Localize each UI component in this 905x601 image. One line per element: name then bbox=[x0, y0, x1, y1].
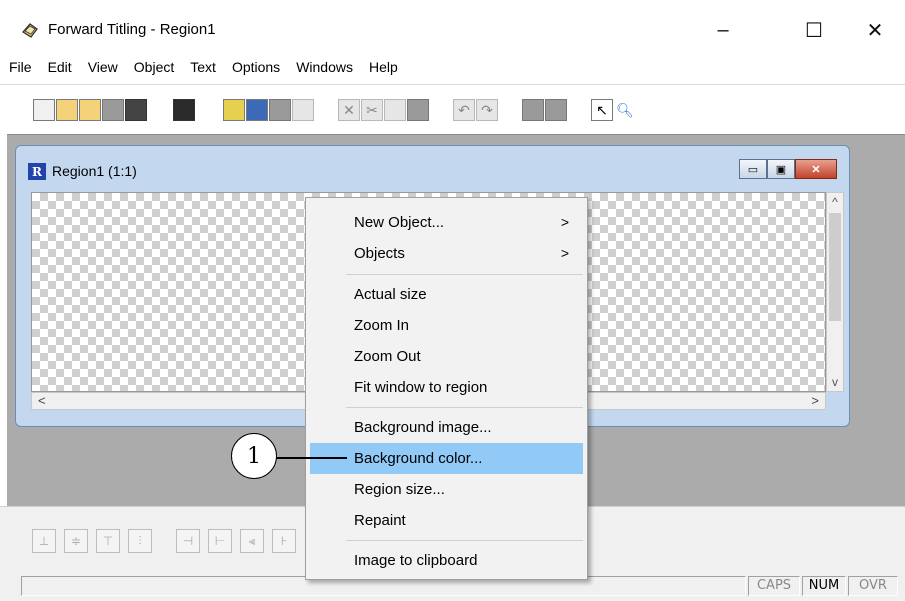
callout-line bbox=[277, 457, 347, 459]
distribute-h-icon[interactable]: ⫷ bbox=[240, 529, 264, 553]
region-window-title: Region1 (1:1) bbox=[52, 163, 137, 179]
region-window-controls: ▭ ▣ ✕ bbox=[739, 159, 837, 179]
cut-icon[interactable]: ✂ bbox=[361, 99, 383, 121]
menu-item-zoom-in[interactable]: Zoom In bbox=[310, 310, 583, 341]
maximize-button[interactable]: ☐ bbox=[791, 12, 837, 48]
region-icon: R bbox=[28, 163, 46, 180]
scroll-left-icon[interactable]: < bbox=[38, 393, 46, 409]
pointer-icon[interactable]: ↖ bbox=[591, 99, 613, 121]
vertical-scrollbar[interactable]: ^ v bbox=[826, 192, 844, 392]
menu-options[interactable]: Options bbox=[224, 57, 288, 79]
close-button[interactable]: ✕ bbox=[852, 12, 898, 48]
menu-item-zoom-out[interactable]: Zoom Out bbox=[310, 341, 583, 372]
menu-item-region-size[interactable]: Region size... bbox=[310, 474, 583, 505]
app-icon bbox=[22, 23, 38, 38]
menu-item-fit-window[interactable]: Fit window to region bbox=[310, 372, 583, 403]
callout-marker: 1 bbox=[231, 433, 277, 479]
undo-icon[interactable]: ↶ bbox=[453, 99, 475, 121]
template-icon[interactable] bbox=[246, 99, 268, 121]
submenu-arrow-icon: > bbox=[560, 214, 569, 230]
title-bar: Forward Titling - Region1 – ☐ ✕ bbox=[0, 0, 905, 60]
floppy-disk-icon[interactable] bbox=[173, 99, 195, 121]
open-folder-icon[interactable] bbox=[56, 99, 78, 121]
copy-icon[interactable] bbox=[384, 99, 406, 121]
menu-text[interactable]: Text bbox=[182, 57, 224, 79]
scroll-up-icon[interactable]: ^ bbox=[827, 195, 843, 209]
page-next-icon[interactable] bbox=[545, 99, 567, 121]
menu-edit[interactable]: Edit bbox=[40, 57, 80, 79]
magnifier-icon[interactable]: 🔍︎ bbox=[614, 99, 636, 121]
align-center-v-icon[interactable]: ≑ bbox=[64, 529, 88, 553]
menu-view[interactable]: View bbox=[80, 57, 126, 79]
caps-indicator: CAPS bbox=[748, 576, 800, 596]
layers-disabled-icon[interactable] bbox=[292, 99, 314, 121]
paste-icon[interactable] bbox=[407, 99, 429, 121]
region-close-button[interactable]: ✕ bbox=[795, 159, 837, 179]
menu-item-background-color[interactable]: Background color... bbox=[310, 443, 583, 474]
open-template-icon[interactable] bbox=[79, 99, 101, 121]
menu-item-new-object[interactable]: New Object... > bbox=[310, 207, 583, 238]
menu-help[interactable]: Help bbox=[361, 57, 406, 79]
redo-icon[interactable]: ↷ bbox=[476, 99, 498, 121]
delete-icon[interactable]: ✕ bbox=[338, 99, 360, 121]
menu-separator bbox=[346, 540, 583, 541]
align-bottom-icon[interactable]: ⊥ bbox=[32, 529, 56, 553]
page-prev-icon[interactable] bbox=[522, 99, 544, 121]
menu-file[interactable]: File bbox=[0, 57, 40, 79]
menu-bar: File Edit View Object Text Options Windo… bbox=[0, 57, 905, 79]
new-file-icon[interactable] bbox=[33, 99, 55, 121]
save-as-icon[interactable] bbox=[125, 99, 147, 121]
num-indicator: NUM bbox=[802, 576, 846, 596]
align-left-icon[interactable]: ⊣ bbox=[176, 529, 200, 553]
window-title: Forward Titling - Region1 bbox=[48, 21, 216, 38]
context-menu: New Object... > Objects > Actual size Zo… bbox=[305, 197, 588, 580]
minimize-button[interactable]: – bbox=[700, 12, 746, 48]
align-right-icon[interactable]: ⊦ bbox=[272, 529, 296, 553]
menu-separator bbox=[346, 407, 583, 408]
region-minimize-button[interactable]: ▭ bbox=[739, 159, 767, 179]
menu-item-objects[interactable]: Objects > bbox=[310, 238, 583, 269]
align-center-h-icon[interactable]: ⊢ bbox=[208, 529, 232, 553]
scroll-down-icon[interactable]: v bbox=[827, 375, 843, 389]
align-top-icon[interactable]: ⊤ bbox=[96, 529, 120, 553]
film-strip-icon[interactable] bbox=[223, 99, 245, 121]
submenu-arrow-icon: > bbox=[560, 245, 569, 261]
menu-windows[interactable]: Windows bbox=[288, 57, 361, 79]
menu-object[interactable]: Object bbox=[126, 57, 182, 79]
region-maximize-button[interactable]: ▣ bbox=[767, 159, 795, 179]
menu-item-repaint[interactable]: Repaint bbox=[310, 505, 583, 536]
scroll-right-icon[interactable]: > bbox=[811, 393, 819, 409]
menu-separator bbox=[346, 274, 583, 275]
layers-icon[interactable] bbox=[269, 99, 291, 121]
menu-item-image-to-clipboard[interactable]: Image to clipboard bbox=[310, 545, 583, 576]
ovr-indicator: OVR bbox=[848, 576, 898, 596]
menu-item-background-image[interactable]: Background image... bbox=[310, 412, 583, 443]
main-toolbar: ✕ ✂ ↶ ↷ ↖ 🔍︎ bbox=[0, 84, 905, 132]
distribute-v-icon[interactable]: ⫶ bbox=[128, 529, 152, 553]
save-disabled-icon[interactable] bbox=[102, 99, 124, 121]
menu-item-actual-size[interactable]: Actual size bbox=[310, 279, 583, 310]
vertical-scroll-thumb[interactable] bbox=[829, 213, 841, 321]
